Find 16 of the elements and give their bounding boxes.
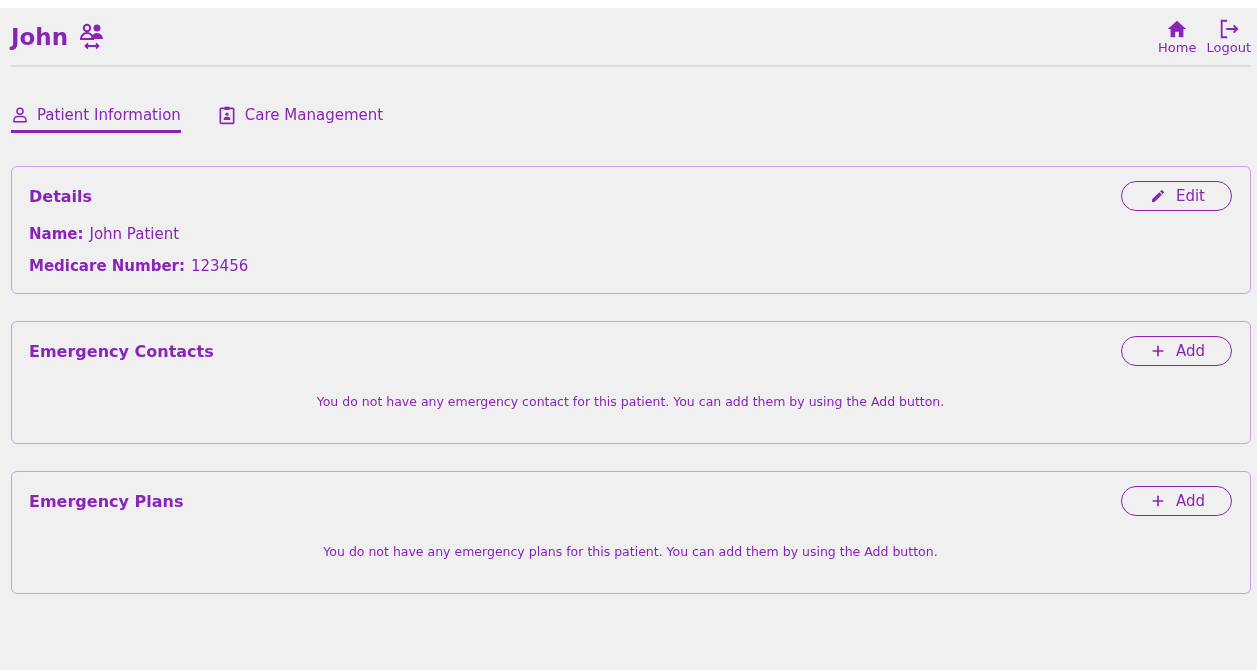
field-value: John Patient [89, 225, 180, 243]
section-title: Details [29, 186, 93, 206]
field-value: 123456 [190, 257, 249, 275]
pencil-icon [1149, 188, 1166, 204]
field-label: Medicare Number: [29, 257, 185, 275]
person-icon [11, 106, 29, 124]
section-title: Emergency Plans [29, 491, 184, 511]
section-title: Emergency Contacts [29, 341, 214, 361]
empty-message: You do not have any emergency contact for this patient. You can add them by using the Add button. [315, 394, 946, 409]
logout-link[interactable]: Logout [1206, 18, 1251, 55]
page-title: John [11, 23, 69, 50]
tab[interactable]: Care Management [216, 105, 384, 133]
empty-message: You do not have any emergency plans for this patient. You can add them by using the Add button. [322, 544, 939, 559]
tab[interactable]: Patient Information [11, 105, 181, 133]
home-link[interactable]: Home [1158, 18, 1197, 55]
field-label: Name: [29, 225, 84, 243]
